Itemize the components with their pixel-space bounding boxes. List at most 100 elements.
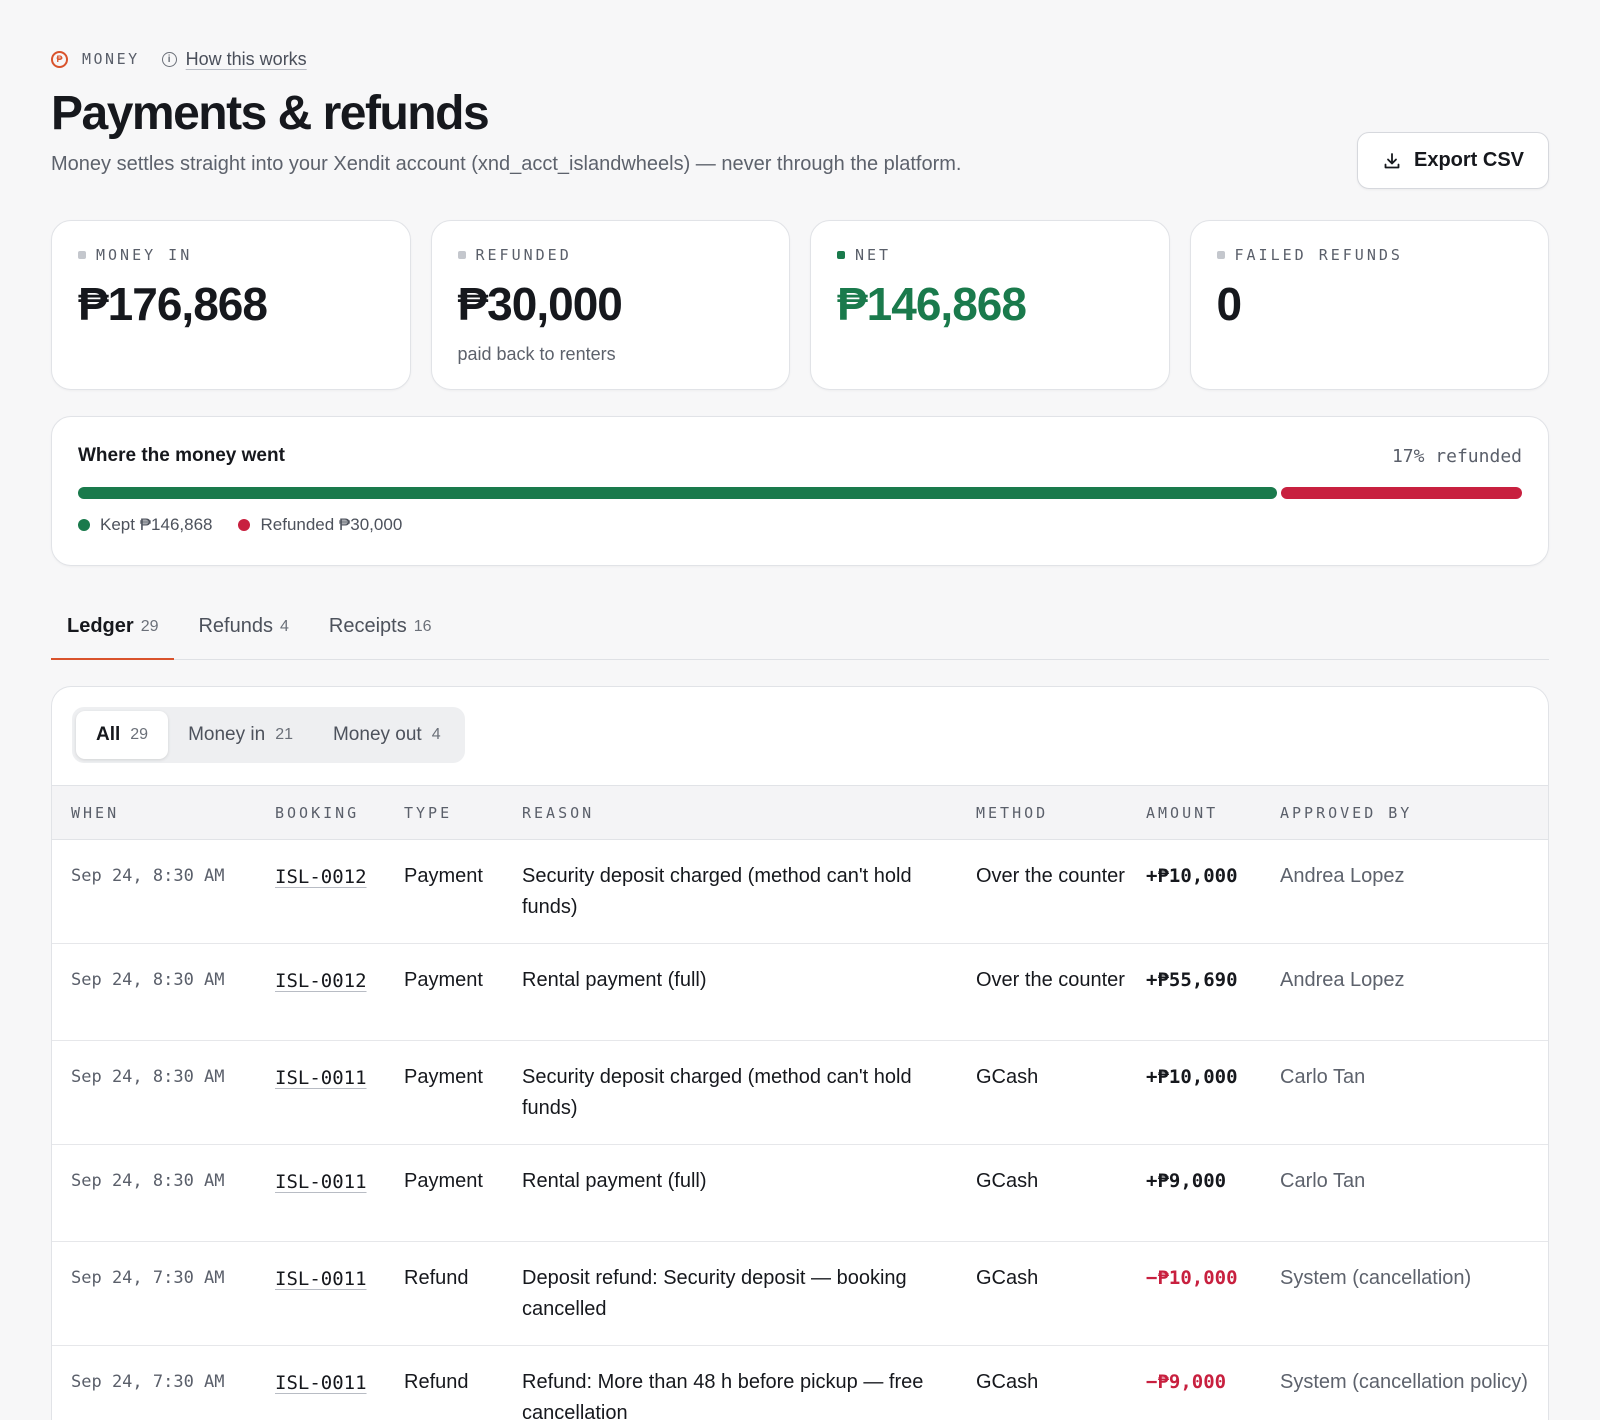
booking-link[interactable]: ISL-0012 bbox=[275, 866, 367, 888]
cell-type: Payment bbox=[385, 839, 503, 945]
stat-card-refunded: REFUNDED ₱30,000 paid back to renters bbox=[430, 220, 790, 391]
tab-label: Ledger bbox=[67, 615, 134, 638]
ledger-table: WHEN BOOKING TYPE REASON METHOD AMOUNT A… bbox=[52, 785, 1548, 1420]
ledger-card: All 29 Money in 21 Money out 4 WHEN BOOK… bbox=[51, 686, 1549, 1420]
legend-refunded-label: Refunded ₱30,000 bbox=[260, 515, 403, 535]
legend-refunded: Refunded ₱30,000 bbox=[238, 515, 402, 535]
booking-link[interactable]: ISL-0011 bbox=[275, 1171, 367, 1193]
tab-receipts[interactable]: Receipts 16 bbox=[313, 594, 448, 659]
tab-label: Receipts bbox=[328, 615, 407, 638]
table-row: Sep 24, 8:30 AM ISL-0011 Payment Rental … bbox=[52, 1144, 1548, 1243]
money-breakdown-card: Where the money went 17% refunded Kept ₱… bbox=[51, 416, 1549, 567]
stat-label: FAILED REFUNDS bbox=[1216, 245, 1523, 265]
tab-label: Refunds bbox=[198, 615, 273, 638]
stat-label: MONEY IN bbox=[78, 245, 384, 265]
column-header-reason[interactable]: REASON bbox=[503, 786, 957, 840]
column-header-approved-by[interactable]: APPROVED BY bbox=[1261, 786, 1548, 840]
cell-method: GCash bbox=[957, 1144, 1127, 1243]
cell-amount: +₱10,000 bbox=[1127, 1040, 1261, 1146]
cell-type: Payment bbox=[385, 943, 503, 1042]
filter-money-in[interactable]: Money in 21 bbox=[168, 711, 313, 759]
stat-label-text: FAILED REFUNDS bbox=[1234, 246, 1403, 265]
cell-type: Refund bbox=[385, 1345, 503, 1420]
filter-segmented-control: All 29 Money in 21 Money out 4 bbox=[72, 707, 465, 764]
booking-link[interactable]: ISL-0012 bbox=[275, 970, 367, 992]
refunded-segment bbox=[1280, 487, 1522, 500]
tab-ledger[interactable]: Ledger 29 bbox=[51, 594, 175, 661]
column-header-when[interactable]: WHEN bbox=[52, 786, 256, 840]
info-icon: i bbox=[161, 51, 177, 67]
section-label: MONEY bbox=[82, 50, 140, 68]
stat-cards: MONEY IN ₱176,868 REFUNDED ₱30,000 paid … bbox=[51, 220, 1549, 391]
filter-money-out[interactable]: Money out 4 bbox=[313, 711, 461, 759]
stat-label: NET bbox=[837, 245, 1143, 265]
page: ₱ MONEY i How this works Payments & refu… bbox=[0, 0, 1600, 1420]
booking-link[interactable]: ISL-0011 bbox=[275, 1067, 367, 1089]
cell-booking: ISL-0011 bbox=[256, 1144, 385, 1243]
kept-segment bbox=[78, 487, 1277, 500]
cell-when: Sep 24, 8:30 AM bbox=[52, 1040, 256, 1146]
tab-refunds[interactable]: Refunds 4 bbox=[182, 594, 304, 659]
tab-bar: Ledger 29 Refunds 4 Receipts 16 bbox=[51, 594, 1549, 661]
cell-amount: +₱10,000 bbox=[1127, 839, 1261, 945]
cell-approved-by: Carlo Tan bbox=[1261, 1144, 1548, 1243]
legend-dot bbox=[78, 519, 90, 532]
stat-dot bbox=[837, 251, 845, 260]
breakdown-legend: Kept ₱146,868 Refunded ₱30,000 bbox=[78, 515, 1522, 535]
stat-label: REFUNDED bbox=[457, 245, 764, 265]
table-header-row: WHEN BOOKING TYPE REASON METHOD AMOUNT A… bbox=[52, 785, 1548, 840]
breakdown-title: Where the money went bbox=[78, 445, 285, 467]
refunded-percent: 17% refunded bbox=[1391, 445, 1522, 467]
cell-reason: Security deposit charged (method can't h… bbox=[503, 1040, 957, 1146]
page-title: Payments & refunds bbox=[51, 87, 490, 140]
export-csv-label: Export CSV bbox=[1413, 149, 1525, 171]
stat-dot bbox=[1216, 251, 1225, 260]
cell-reason: Refund: More than 48 h before pickup — f… bbox=[503, 1345, 957, 1420]
cell-booking: ISL-0011 bbox=[256, 1040, 385, 1146]
how-this-works-link[interactable]: How this works bbox=[186, 49, 307, 70]
stat-label-text: MONEY IN bbox=[96, 246, 193, 265]
cell-when: Sep 24, 8:30 AM bbox=[52, 943, 256, 1042]
legend-kept: Kept ₱146,868 bbox=[78, 515, 212, 535]
table-row: Sep 24, 8:30 AM ISL-0012 Payment Rental … bbox=[52, 943, 1548, 1042]
export-csv-button[interactable]: Export CSV bbox=[1357, 132, 1549, 189]
cell-reason: Deposit refund: Security deposit — booki… bbox=[503, 1241, 957, 1347]
cell-approved-by: System (cancellation policy) bbox=[1261, 1345, 1548, 1420]
filter-label: All bbox=[96, 724, 121, 746]
eyebrow: ₱ MONEY i How this works bbox=[51, 46, 1549, 72]
table-row: Sep 24, 7:30 AM ISL-0011 Refund Refund: … bbox=[52, 1345, 1548, 1420]
cell-approved-by: System (cancellation) bbox=[1261, 1241, 1548, 1347]
stat-dot bbox=[457, 251, 466, 260]
stat-card-failed-refunds: FAILED REFUNDS 0 bbox=[1189, 220, 1549, 391]
stat-dot bbox=[78, 251, 86, 260]
stat-card-money-in: MONEY IN ₱176,868 bbox=[51, 220, 411, 391]
cell-approved-by: Carlo Tan bbox=[1261, 1040, 1548, 1146]
cell-method: GCash bbox=[957, 1345, 1127, 1420]
tab-count: 16 bbox=[413, 617, 432, 635]
breakdown-header: Where the money went 17% refunded bbox=[78, 443, 1522, 469]
money-split-bar bbox=[78, 487, 1522, 500]
filter-all[interactable]: All 29 bbox=[76, 711, 169, 760]
column-header-type[interactable]: TYPE bbox=[385, 786, 503, 840]
filter-bar: All 29 Money in 21 Money out 4 bbox=[52, 687, 1548, 785]
cell-booking: ISL-0012 bbox=[256, 839, 385, 945]
table-row: Sep 24, 8:30 AM ISL-0012 Payment Securit… bbox=[52, 839, 1548, 945]
tab-count: 29 bbox=[140, 617, 159, 635]
cell-type: Payment bbox=[385, 1040, 503, 1146]
column-header-amount[interactable]: AMOUNT bbox=[1127, 786, 1261, 840]
cell-type: Refund bbox=[385, 1241, 503, 1347]
cell-approved-by: Andrea Lopez bbox=[1261, 943, 1548, 1042]
cell-method: Over the counter bbox=[957, 839, 1127, 945]
column-header-booking[interactable]: BOOKING bbox=[256, 786, 385, 840]
cell-reason: Rental payment (full) bbox=[503, 1144, 957, 1243]
stat-label-text: NET bbox=[855, 246, 892, 265]
booking-link[interactable]: ISL-0011 bbox=[275, 1372, 367, 1394]
filter-label: Money out bbox=[332, 724, 422, 746]
booking-link[interactable]: ISL-0011 bbox=[275, 1268, 367, 1290]
cell-amount: +₱55,690 bbox=[1127, 943, 1261, 1042]
stat-label-text: REFUNDED bbox=[475, 246, 572, 265]
cell-amount: −₱10,000 bbox=[1127, 1241, 1261, 1347]
column-header-method[interactable]: METHOD bbox=[957, 786, 1127, 840]
cell-approved-by: Andrea Lopez bbox=[1261, 839, 1548, 945]
download-icon bbox=[1384, 152, 1400, 168]
